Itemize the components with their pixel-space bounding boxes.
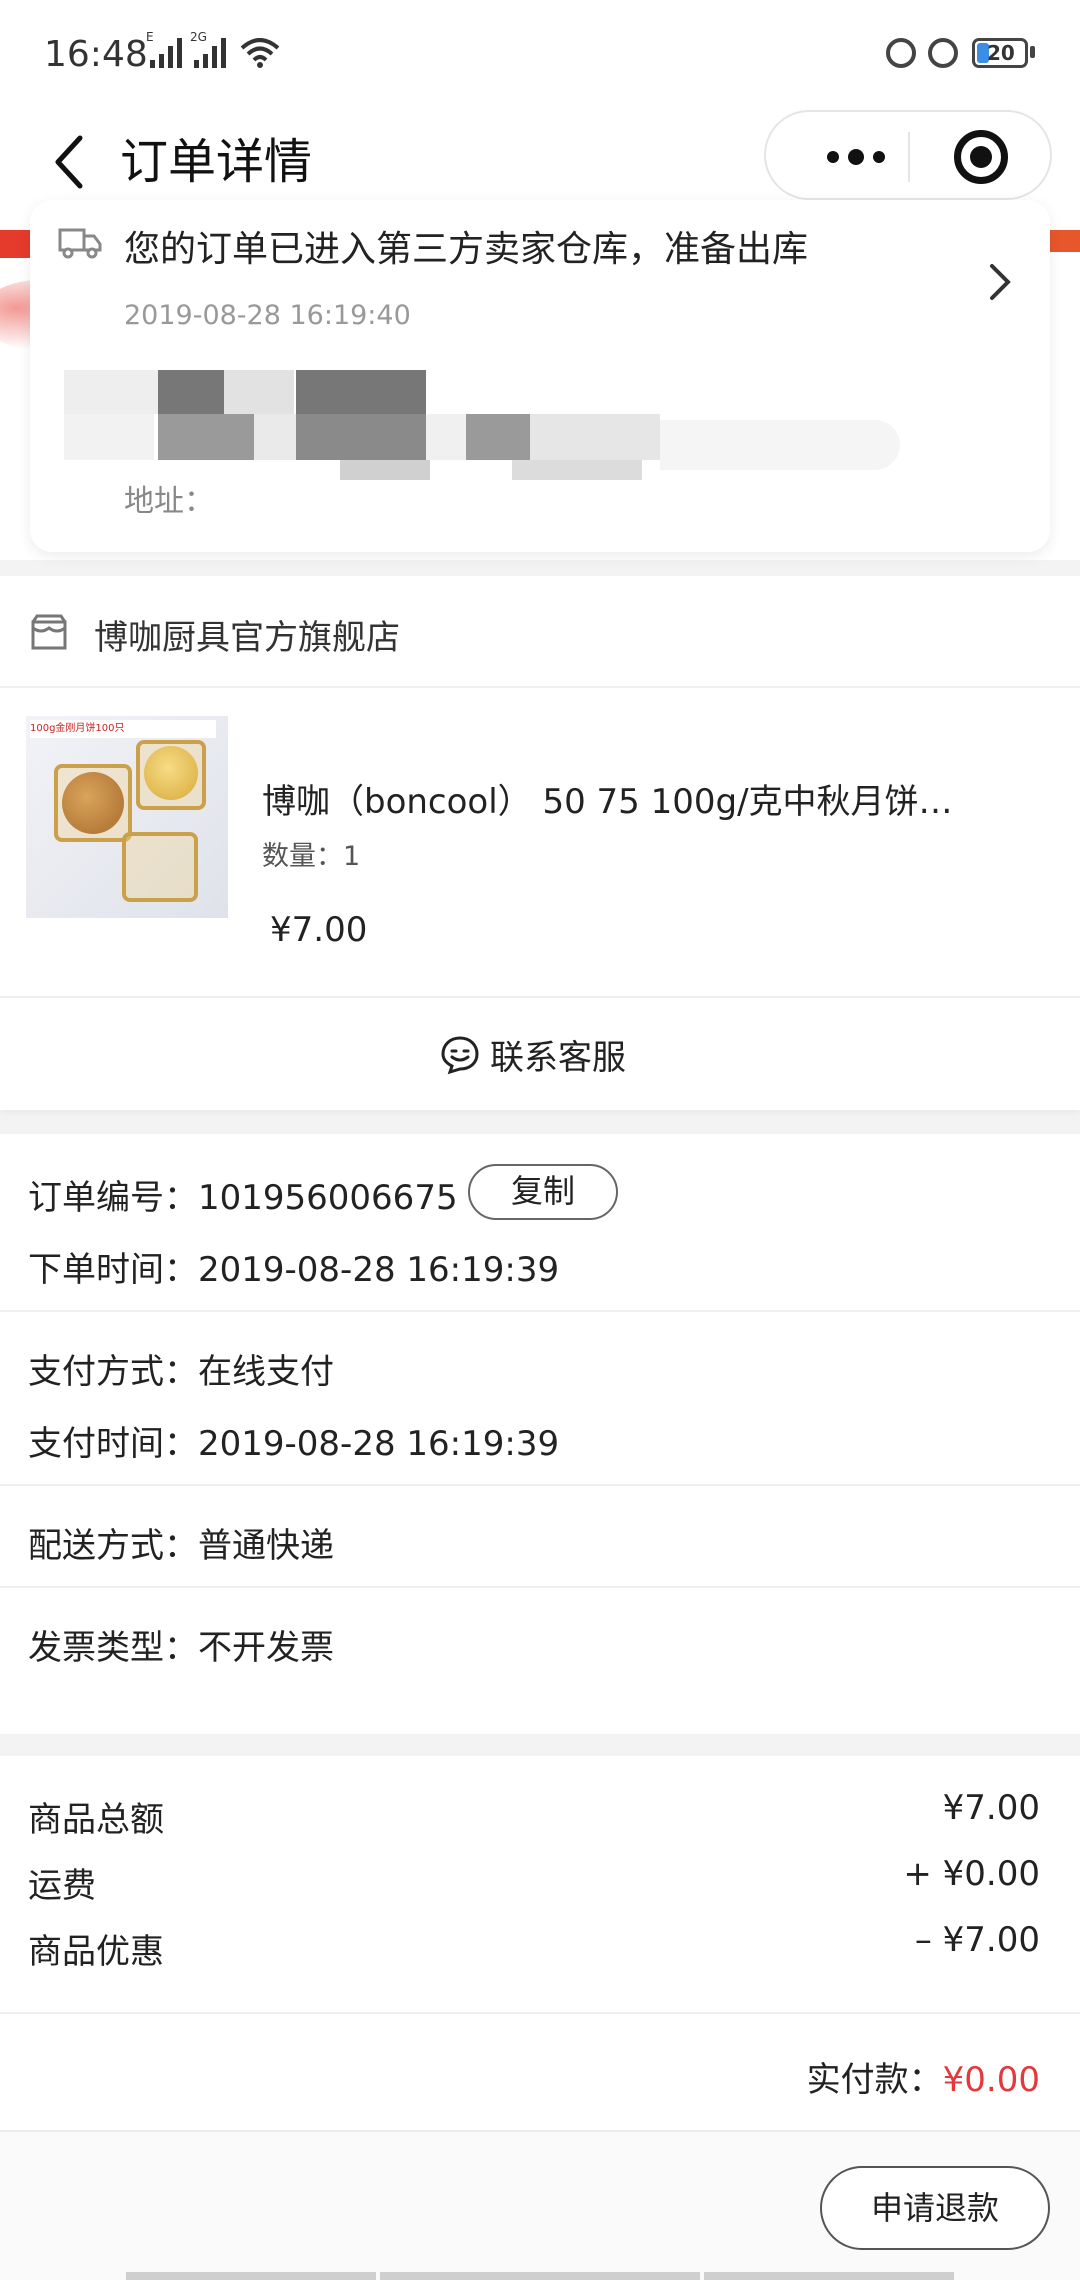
divider bbox=[0, 1484, 1080, 1486]
product-image[interactable]: 100g金刚月饼100只 bbox=[26, 716, 228, 918]
more-dots-icon[interactable] bbox=[806, 134, 906, 180]
divider bbox=[0, 1310, 1080, 1312]
shipping-label: 运费 bbox=[28, 1866, 96, 1906]
goods-total-value: ¥7.00 bbox=[942, 1788, 1040, 1828]
product-quantity: 数量：1 bbox=[262, 841, 361, 872]
target-icon[interactable] bbox=[954, 130, 1008, 184]
delivery-label: 配送方式： bbox=[28, 1526, 198, 1566]
delivery-row: 配送方式：普通快递 bbox=[28, 1518, 334, 1567]
refund-button[interactable]: 申请退款 bbox=[820, 2166, 1050, 2250]
product-price: ¥7.00 bbox=[270, 910, 368, 950]
home-indicator bbox=[380, 2272, 700, 2280]
battery-icon: 20 bbox=[972, 38, 1028, 68]
capsule-divider bbox=[908, 132, 910, 182]
payment-time-label: 支付时间： bbox=[28, 1424, 198, 1464]
delivery-method: 普通快递 bbox=[198, 1526, 334, 1566]
invoice-row: 发票类型：不开发票 bbox=[28, 1620, 334, 1669]
divider bbox=[0, 2012, 1080, 2014]
tray-shape bbox=[122, 832, 198, 902]
price-summary: 商品总额 ¥7.00 运费 + ¥0.00 商品优惠 – ¥7.00 实付款：¥… bbox=[0, 1756, 1080, 2130]
shipping-value: + ¥0.00 bbox=[903, 1854, 1040, 1894]
contact-service-button[interactable]: 联系客服 bbox=[0, 998, 1080, 1110]
divider bbox=[0, 1586, 1080, 1588]
chevron-right-icon bbox=[990, 264, 1011, 300]
order-number-label: 订单编号： bbox=[28, 1178, 198, 1218]
wifi-icon bbox=[240, 38, 280, 68]
logistics-time: 2019-08-28 16:19:40 bbox=[124, 300, 411, 331]
order-number-row: 订单编号：101956006675 bbox=[28, 1170, 458, 1219]
mini-program-capsule bbox=[764, 110, 1052, 200]
signal-icon-2 bbox=[194, 36, 226, 68]
lock-rotation-icon bbox=[886, 38, 916, 68]
goods-total-label: 商品总额 bbox=[28, 1800, 164, 1840]
home-indicator bbox=[126, 2272, 376, 2280]
store-icon bbox=[31, 614, 67, 650]
payment-method-row: 支付方式：在线支付 bbox=[28, 1344, 334, 1393]
order-time-row: 下单时间：2019-08-28 16:19:39 bbox=[28, 1242, 559, 1291]
product-item[interactable]: 100g金刚月饼100只 博咖（boncool） 50 75 100g/克中秋月… bbox=[0, 688, 1080, 998]
bottom-action-bar: 申请退款 bbox=[0, 2130, 1080, 2280]
chat-face-icon bbox=[441, 1035, 479, 1074]
battery-level: 20 bbox=[987, 41, 1015, 65]
page-title: 订单详情 bbox=[120, 134, 313, 190]
status-bar: 16:48 E 2G 20 bbox=[0, 0, 1080, 110]
mooncake-shape bbox=[62, 772, 124, 834]
product-title: 博咖（boncool） 50 75 100g/克中秋月饼… bbox=[262, 782, 953, 822]
discount-label: 商品优惠 bbox=[28, 1932, 164, 1972]
signal-icon bbox=[150, 36, 182, 68]
paid-label: 实付款： bbox=[806, 2060, 943, 2100]
paid-amount: ¥0.00 bbox=[942, 2060, 1040, 2100]
invoice-label: 发票类型： bbox=[28, 1628, 198, 1668]
contact-inner: 联系客服 bbox=[440, 1030, 626, 1079]
order-time: 2019-08-28 16:19:39 bbox=[198, 1250, 560, 1290]
store-name: 博咖厨具官方旗舰店 bbox=[94, 618, 400, 658]
payment-time: 2019-08-28 16:19:39 bbox=[198, 1424, 560, 1464]
home-indicator bbox=[704, 2272, 954, 2280]
store-row[interactable]: 博咖厨具官方旗舰店 bbox=[0, 576, 1080, 688]
address-label: 地址： bbox=[124, 484, 214, 519]
status-time: 16:48 bbox=[44, 34, 148, 75]
truck-icon bbox=[58, 228, 102, 259]
chevron-left-icon[interactable] bbox=[50, 134, 90, 190]
copy-button[interactable]: 复制 bbox=[468, 1164, 618, 1220]
order-info-section: 订单编号：101956006675 复制 下单时间：2019-08-28 16:… bbox=[0, 1134, 1080, 1734]
invoice-type: 不开发票 bbox=[198, 1628, 334, 1668]
mooncake-shape bbox=[144, 746, 198, 800]
alarm-icon bbox=[928, 38, 958, 68]
payment-time-row: 支付时间：2019-08-28 16:19:39 bbox=[28, 1416, 559, 1465]
paid-row: 实付款：¥0.00 bbox=[807, 2052, 1040, 2101]
logistics-status: 您的订单已进入第三方卖家仓库，准备出库 bbox=[124, 229, 809, 270]
logistics-card[interactable]: 您的订单已进入第三方卖家仓库，准备出库 2019-08-28 16:19:40 … bbox=[30, 200, 1050, 552]
contact-label: 联系客服 bbox=[490, 1038, 626, 1078]
order-number: 101956006675 bbox=[198, 1178, 458, 1218]
product-image-banner: 100g金刚月饼100只 bbox=[30, 720, 216, 738]
order-time-label: 下单时间： bbox=[28, 1250, 198, 1290]
discount-value: – ¥7.00 bbox=[914, 1920, 1040, 1960]
payment-method: 在线支付 bbox=[198, 1352, 334, 1392]
payment-method-label: 支付方式： bbox=[28, 1352, 198, 1392]
battery-tip bbox=[1030, 46, 1035, 58]
